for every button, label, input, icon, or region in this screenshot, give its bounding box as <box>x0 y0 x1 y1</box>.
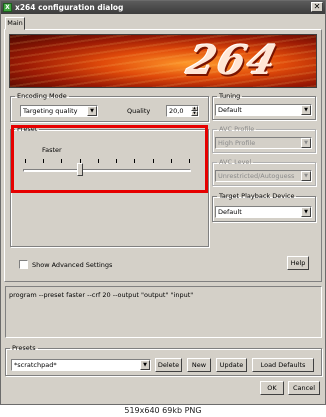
chevron-down-icon[interactable]: ▼ <box>140 360 150 370</box>
help-button[interactable]: Help <box>287 256 309 270</box>
quality-input[interactable]: 20,0 ▲ ▼ <box>166 105 199 117</box>
command-line-text: program --preset faster --crf 20 --outpu… <box>9 291 194 299</box>
close-button[interactable]: ✕ <box>311 2 323 12</box>
quality-spinner[interactable]: ▲ ▼ <box>191 106 198 116</box>
avc-profile-legend: AVC Profile <box>219 125 255 133</box>
show-advanced-checkbox[interactable] <box>19 260 28 269</box>
ok-button[interactable]: OK <box>260 381 284 395</box>
presets-legend: Presets <box>12 344 36 352</box>
preset-highlight-box <box>11 125 208 193</box>
tab-main[interactable]: Main <box>5 17 25 30</box>
presets-select[interactable]: *scratchpad* ▼ <box>11 359 151 371</box>
avc-profile-value: High Profile <box>218 139 256 147</box>
quality-label: Quality <box>127 107 151 115</box>
tuning-value: Default <box>218 106 242 114</box>
target-playback-value: Default <box>218 208 242 216</box>
target-playback-legend: Target Playback Device <box>219 192 295 200</box>
avc-level-legend: AVC Level <box>219 158 252 166</box>
chevron-down-icon[interactable]: ▼ <box>301 105 311 115</box>
banner-logo-text: 264 <box>182 37 284 84</box>
show-advanced-label[interactable]: Show Advanced Settings <box>32 261 112 269</box>
window-title: x264 configuration dialog <box>15 3 124 12</box>
avc-level-select[interactable]: Unrestricted/Autoguess ▼ <box>215 170 312 182</box>
app-icon: X <box>3 3 12 12</box>
encoding-mode-select[interactable]: Targeting quality ▼ <box>20 105 98 117</box>
encoding-mode-legend: Encoding Mode <box>17 92 67 100</box>
dialog-window: X x264 configuration dialog ✕ Main 264 E… <box>0 0 326 405</box>
quality-value: 20,0 <box>169 107 184 115</box>
tuning-select[interactable]: Default ▼ <box>215 104 312 116</box>
image-caption: 519x640 69kb PNG <box>124 406 202 415</box>
new-preset-button[interactable]: New <box>187 358 211 372</box>
chevron-down-icon[interactable]: ▼ <box>301 207 311 217</box>
load-defaults-button[interactable]: Load Defaults <box>252 358 314 372</box>
command-line-box[interactable]: program --preset faster --crf 20 --outpu… <box>5 286 322 338</box>
cancel-button[interactable]: Cancel <box>288 381 320 395</box>
chevron-down-icon[interactable]: ▼ <box>87 106 97 116</box>
spin-down-icon[interactable]: ▼ <box>191 111 198 116</box>
avc-profile-select[interactable]: High Profile ▼ <box>215 137 312 149</box>
chevron-down-icon[interactable]: ▼ <box>301 138 311 148</box>
update-preset-button[interactable]: Update <box>216 358 247 372</box>
tuning-legend: Tuning <box>219 92 241 100</box>
title-bar[interactable]: X x264 configuration dialog ✕ <box>1 1 325 14</box>
delete-preset-button[interactable]: Delete <box>155 358 182 372</box>
target-playback-select[interactable]: Default ▼ <box>215 206 312 218</box>
encoding-mode-value: Targeting quality <box>23 107 78 115</box>
chevron-down-icon[interactable]: ▼ <box>301 171 311 181</box>
presets-selected-value: *scratchpad* <box>14 361 57 369</box>
avc-level-value: Unrestricted/Autoguess <box>218 172 295 180</box>
x264-banner: 264 <box>9 34 317 88</box>
